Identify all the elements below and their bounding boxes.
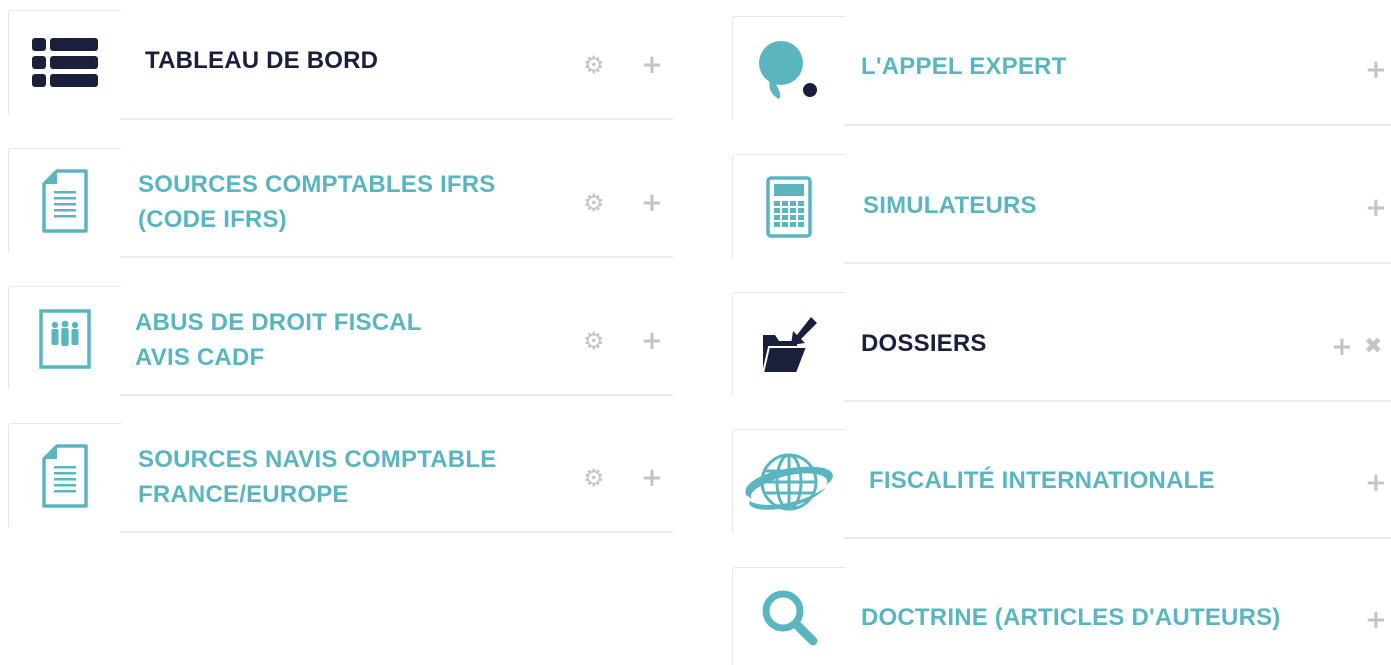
tile-icon-box (8, 148, 121, 252)
add-icon[interactable]: + (641, 328, 663, 354)
speech-bubble-icon (759, 39, 819, 99)
document-icon (40, 168, 90, 233)
tile-label-line: AVIS CADF (135, 344, 265, 371)
folder-icon (761, 315, 817, 375)
tile-label-line: (CODE IFRS) (138, 206, 287, 233)
tile-divider (844, 537, 1391, 539)
list-icon (32, 37, 98, 88)
tile-label-line: DOSSIERS (861, 330, 987, 357)
tile-icon-box (8, 423, 121, 527)
document-icon (40, 443, 90, 508)
tile-icon-box (732, 567, 845, 665)
tile-label-line: SOURCES NAVIS COMPTABLE (138, 446, 497, 473)
gear-icon[interactable]: ⚙ (583, 191, 605, 215)
tile-label-line: FISCALITÉ INTERNATIONALE (869, 467, 1215, 494)
add-icon[interactable]: + (641, 52, 663, 78)
tile-label-line: FRANCE/EUROPE (138, 481, 349, 508)
tile-label-line: DOCTRINE (ARTICLES D'AUTEURS) (861, 604, 1281, 631)
tile-label-line: SIMULATEURS (863, 192, 1037, 219)
gear-icon[interactable]: ⚙ (583, 53, 605, 77)
tile-divider (120, 531, 673, 533)
tile-icon-box (8, 286, 121, 390)
tile-icon-box (732, 16, 845, 120)
tile-appel-expert[interactable]: L'APPEL EXPERT + (732, 16, 1391, 126)
tile-divider (120, 256, 673, 258)
tile-abus-de-droit-fiscal[interactable]: ABUS DE DROIT FISCAL AVIS CADF ⚙ + (8, 286, 673, 396)
tile-divider (844, 400, 1391, 402)
tile-icon-box (732, 429, 845, 533)
tile-tableau-de-bord[interactable]: TABLEAU DE BORD ⚙ + (8, 10, 673, 120)
tile-divider (844, 124, 1391, 126)
tile-label[interactable]: L'APPEL EXPERT (861, 49, 1066, 84)
tile-label-line: L'APPEL EXPERT (861, 53, 1067, 80)
people-document-icon (39, 308, 91, 369)
calculator-icon (766, 175, 812, 238)
add-icon[interactable]: + (1365, 607, 1387, 633)
tile-label-line: TABLEAU DE BORD (145, 47, 379, 74)
tile-label[interactable]: TABLEAU DE BORD (145, 43, 378, 78)
add-icon[interactable]: + (1365, 57, 1387, 83)
tile-label-line: SOURCES COMPTABLES IFRS (138, 171, 496, 198)
tile-label[interactable]: FISCALITÉ INTERNATIONALE (869, 463, 1215, 498)
gear-icon[interactable]: ⚙ (583, 329, 605, 353)
add-icon[interactable]: + (1365, 470, 1387, 496)
search-icon (760, 588, 818, 646)
tile-icon-box (8, 10, 121, 114)
remove-icon[interactable]: ✖ (1364, 336, 1382, 358)
tile-sources-comptables-ifrs[interactable]: SOURCES COMPTABLES IFRS (CODE IFRS) ⚙ + (8, 148, 673, 258)
tile-divider (120, 394, 673, 396)
tile-label-line: ABUS DE DROIT FISCAL (135, 309, 422, 336)
tile-label[interactable]: SOURCES NAVIS COMPTABLE FRANCE/EUROPE (138, 442, 496, 512)
tile-label[interactable]: SIMULATEURS (863, 188, 1037, 223)
tile-simulateurs[interactable]: SIMULATEURS + (732, 154, 1391, 264)
add-icon[interactable]: + (641, 465, 663, 491)
tile-icon-box (732, 292, 845, 396)
tile-divider (844, 262, 1391, 264)
tile-dossiers[interactable]: DOSSIERS + ✖ (732, 292, 1391, 402)
tile-divider (120, 118, 673, 120)
tile-label[interactable]: DOSSIERS (861, 326, 987, 361)
tile-fiscalite-internationale[interactable]: FISCALITÉ INTERNATIONALE + (732, 429, 1391, 539)
add-icon[interactable]: + (1365, 195, 1387, 221)
tile-icon-box (732, 154, 845, 258)
tile-sources-navis-comptable[interactable]: SOURCES NAVIS COMPTABLE FRANCE/EUROPE ⚙ … (8, 423, 673, 533)
tile-label[interactable]: ABUS DE DROIT FISCAL AVIS CADF (135, 305, 422, 375)
tile-label[interactable]: SOURCES COMPTABLES IFRS (CODE IFRS) (138, 167, 496, 237)
globe-icon (742, 449, 836, 515)
tile-label[interactable]: DOCTRINE (ARTICLES D'AUTEURS) (861, 600, 1281, 635)
add-icon[interactable]: + (1331, 334, 1353, 360)
gear-icon[interactable]: ⚙ (583, 466, 605, 490)
add-icon[interactable]: + (641, 190, 663, 216)
tile-doctrine[interactable]: DOCTRINE (ARTICLES D'AUTEURS) + (732, 567, 1391, 665)
